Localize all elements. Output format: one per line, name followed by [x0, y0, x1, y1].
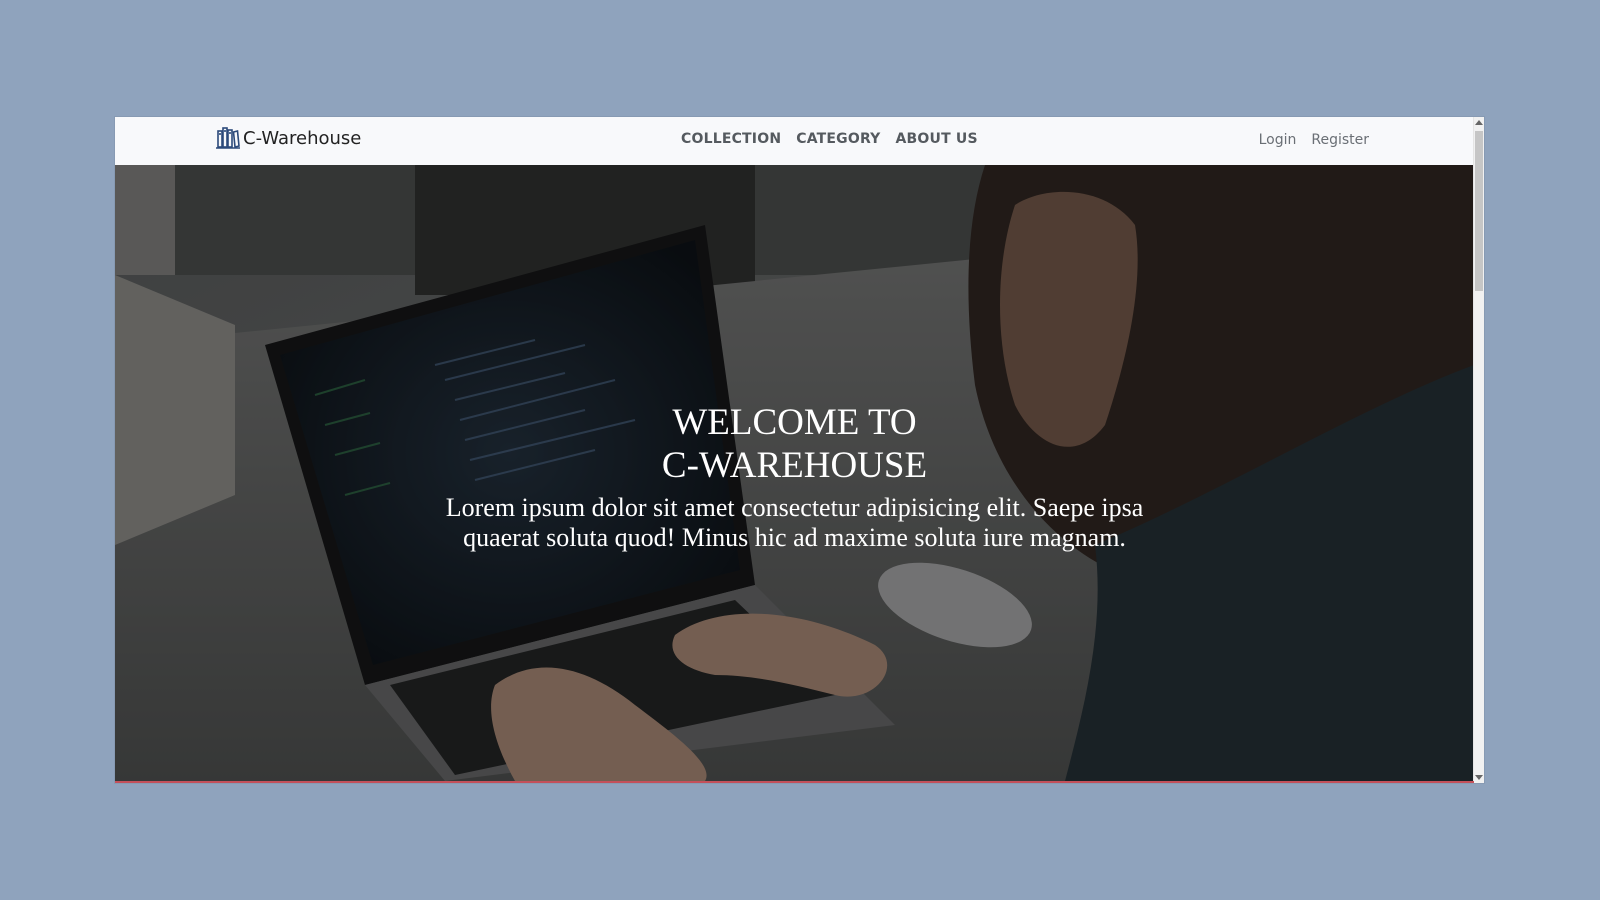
hero-section: WELCOME TO C-WAREHOUSE Lorem ipsum dolor…	[115, 165, 1474, 781]
navbar: C-Warehouse COLLECTION CATEGORY ABOUT US…	[115, 117, 1474, 166]
brand-logo-link[interactable]: C-Warehouse	[215, 125, 361, 151]
nav-link-category[interactable]: CATEGORY	[796, 131, 880, 147]
hero-title-line-1: WELCOME TO	[672, 402, 917, 443]
nav-link-collection[interactable]: COLLECTION	[681, 131, 781, 147]
hero-text-block: WELCOME TO C-WAREHOUSE Lorem ipsum dolor…	[115, 401, 1474, 553]
vertical-scrollbar[interactable]	[1473, 117, 1484, 783]
library-books-icon	[215, 125, 241, 151]
browser-window: C-Warehouse COLLECTION CATEGORY ABOUT US…	[115, 117, 1484, 783]
main-nav: COLLECTION CATEGORY ABOUT US	[681, 131, 978, 147]
scroll-down-arrow-icon[interactable]	[1475, 775, 1483, 780]
bottom-divider	[115, 781, 1474, 783]
scrollbar-thumb[interactable]	[1475, 131, 1483, 291]
register-link[interactable]: Register	[1311, 132, 1369, 148]
hero-title-line-2: C-WAREHOUSE	[661, 445, 928, 486]
auth-nav: Login Register	[1259, 132, 1369, 148]
login-link[interactable]: Login	[1259, 132, 1297, 148]
hero-title: WELCOME TO C-WAREHOUSE	[585, 401, 1005, 487]
hero-subtitle: Lorem ipsum dolor sit amet consectetur a…	[445, 493, 1144, 552]
brand-name: C-Warehouse	[243, 127, 362, 149]
nav-link-about-us[interactable]: ABOUT US	[896, 131, 978, 147]
scroll-up-arrow-icon[interactable]	[1475, 120, 1483, 125]
